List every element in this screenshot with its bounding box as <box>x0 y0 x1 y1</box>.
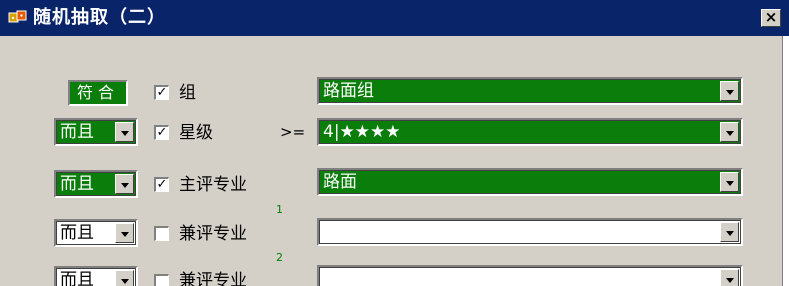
secondary-specialty-1-index: 1 <box>276 203 283 216</box>
row2-logic-select[interactable]: 而且 <box>54 170 138 198</box>
close-button[interactable]: × <box>761 9 781 27</box>
main-specialty-label: 主评专业 <box>179 175 247 195</box>
main-specialty-select-value: 路面 <box>323 172 357 192</box>
main-specialty-checkbox[interactable]: ✓ <box>154 177 169 192</box>
row1-logic-value: 而且 <box>60 122 94 142</box>
group-select[interactable]: 路面组 <box>317 77 743 105</box>
row1-logic-dropdown-icon[interactable] <box>115 122 134 142</box>
row4-logic-select[interactable]: 而且 <box>54 266 138 286</box>
secondary-specialty-2-label: 兼评专业 <box>179 271 247 286</box>
secondary-specialty-2-index: 2 <box>276 251 283 264</box>
secondary-specialty-1-select[interactable] <box>317 218 743 246</box>
random-draw-dialog: 随机抽取（二） × 符合 ✓ 组 路面组 而且 ✓ 星级 >= 4|★★★★ 而… <box>0 0 789 286</box>
main-specialty-dropdown-icon[interactable] <box>720 172 739 192</box>
window-title: 随机抽取（二） <box>33 7 166 28</box>
secondary-specialty-2-dropdown-icon[interactable] <box>720 269 739 286</box>
group-checkbox[interactable]: ✓ <box>154 85 169 100</box>
row3-logic-dropdown-icon[interactable] <box>115 223 134 243</box>
row2-logic-value: 而且 <box>60 174 94 194</box>
title-bar[interactable]: 随机抽取（二） × <box>0 0 789 36</box>
window-border <box>783 36 789 286</box>
star-level-select[interactable]: 4|★★★★ <box>317 118 743 146</box>
main-specialty-select[interactable]: 路面 <box>317 168 743 196</box>
star-level-dropdown-icon[interactable] <box>720 122 739 142</box>
match-operator-label[interactable]: 符合 <box>68 80 128 106</box>
secondary-specialty-2-select[interactable] <box>317 265 743 286</box>
row4-logic-dropdown-icon[interactable] <box>115 270 134 286</box>
secondary-specialty-2-checkbox[interactable] <box>154 274 169 286</box>
star-level-label: 星级 <box>179 123 213 143</box>
row3-logic-value: 而且 <box>60 223 94 243</box>
row1-logic-select[interactable]: 而且 <box>54 118 138 146</box>
row4-logic-value: 而且 <box>60 270 94 286</box>
star-level-operator: >= <box>280 123 306 141</box>
row3-logic-select[interactable]: 而且 <box>54 219 138 247</box>
secondary-specialty-1-label: 兼评专业 <box>179 224 247 244</box>
group-label: 组 <box>179 83 196 103</box>
group-select-value: 路面组 <box>323 81 374 101</box>
dice-icon <box>8 10 27 23</box>
secondary-specialty-1-dropdown-icon[interactable] <box>720 222 739 242</box>
secondary-specialty-1-checkbox[interactable] <box>154 226 169 241</box>
group-select-dropdown-icon[interactable] <box>720 81 739 101</box>
row2-logic-dropdown-icon[interactable] <box>115 174 134 194</box>
star-level-checkbox[interactable]: ✓ <box>154 125 169 140</box>
star-level-select-value: 4|★★★★ <box>323 122 401 142</box>
